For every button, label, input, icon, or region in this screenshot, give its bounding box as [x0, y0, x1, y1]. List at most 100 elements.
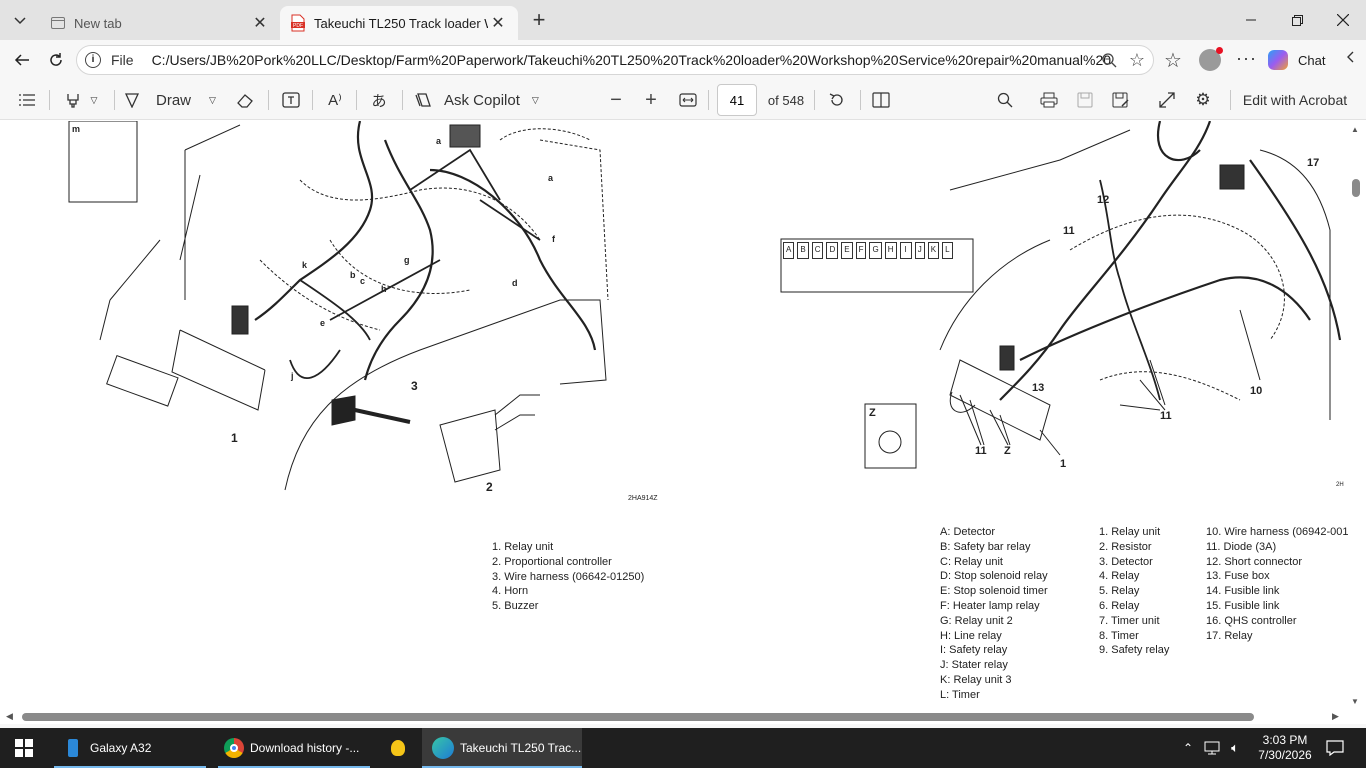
- taskbar-item-edge[interactable]: Takeuchi TL250 Trac...: [422, 728, 582, 768]
- pdf-settings-button[interactable]: ⚙: [1192, 80, 1214, 120]
- read-aloud-icon: A⁾: [328, 92, 342, 109]
- figure-code: 2H: [1336, 482, 1344, 488]
- connector-label: G: [869, 242, 882, 259]
- parts-list-letters: A: Detector B: Safety bar relay C: Relay…: [940, 525, 1048, 703]
- settings-more-button[interactable]: ···: [1236, 48, 1257, 69]
- connector-label: D: [826, 242, 839, 259]
- fullscreen-button[interactable]: [1156, 80, 1178, 120]
- profile-avatar[interactable]: [1199, 47, 1223, 71]
- list-item: G: Relay unit 2: [940, 614, 1013, 627]
- gear-icon: ⚙: [1195, 90, 1211, 109]
- zoom-icon[interactable]: [1101, 52, 1117, 71]
- page-number-input[interactable]: [717, 84, 757, 116]
- draw-button[interactable]: Draw ▽: [124, 80, 216, 120]
- restore-button[interactable]: [1274, 0, 1320, 40]
- save-as-icon: [1112, 92, 1129, 108]
- callout-label: 1: [1060, 458, 1067, 470]
- translate-icon: あ: [371, 92, 387, 110]
- scroll-thumb[interactable]: [22, 713, 1254, 721]
- url-text: C:/Users/JB%20Pork%20LLC/Desktop/Farm%20…: [151, 52, 1112, 68]
- tab-new-tab[interactable]: New tab ✕: [40, 6, 280, 40]
- taskbar-item-chrome[interactable]: Download history -...: [218, 728, 370, 768]
- list-item: E: Stop solenoid timer: [940, 585, 1048, 598]
- favorite-star-icon[interactable]: ☆: [1129, 50, 1145, 71]
- minimize-button[interactable]: [1228, 0, 1274, 40]
- save-as-button[interactable]: [1110, 80, 1132, 120]
- divider: [49, 90, 50, 110]
- taskbar-item-phone-link[interactable]: Galaxy A32: [54, 728, 206, 768]
- info-icon[interactable]: i: [85, 52, 101, 68]
- scroll-right-arrow[interactable]: ▶: [1332, 711, 1339, 722]
- zoom-out-button[interactable]: −: [604, 80, 628, 120]
- taskbar-item-tips[interactable]: [380, 728, 416, 768]
- refresh-button[interactable]: [42, 46, 70, 74]
- scroll-thumb[interactable]: [1352, 179, 1360, 197]
- zoom-in-button[interactable]: +: [639, 80, 663, 120]
- tray-overflow-chevron[interactable]: ⌃: [1180, 728, 1196, 768]
- refresh-icon: [50, 53, 62, 66]
- pdf-page: m 1 2 3 a a b c d e f g h j k A B C D E …: [0, 121, 1366, 710]
- list-item: 12. Short connector: [1206, 555, 1303, 568]
- list-item: D: Stop solenoid relay: [940, 570, 1048, 583]
- callout-label: Z: [869, 407, 876, 419]
- translate-button[interactable]: あ: [366, 80, 392, 120]
- scroll-left-arrow[interactable]: ◀: [6, 711, 13, 722]
- horizontal-scrollbar[interactable]: ◀ ▶: [0, 710, 1366, 724]
- page-view-button[interactable]: [870, 80, 892, 120]
- copilot-label: Ask Copilot: [444, 91, 520, 109]
- sidebar-toggle[interactable]: [1344, 50, 1356, 64]
- copilot-chat-button[interactable]: Chat: [1268, 45, 1338, 75]
- print-button[interactable]: [1038, 80, 1060, 120]
- printer-icon: [1040, 92, 1058, 108]
- scroll-up-arrow[interactable]: ▲: [1351, 125, 1359, 134]
- text-button[interactable]: [278, 80, 304, 120]
- network-icon[interactable]: [1202, 728, 1222, 768]
- highlight-button[interactable]: ▽: [56, 80, 106, 120]
- start-button[interactable]: [0, 728, 48, 768]
- callout-label: Z: [1004, 445, 1011, 457]
- divider: [356, 90, 357, 110]
- list-item: 7. Timer unit: [1099, 614, 1160, 627]
- list-item: L: Timer: [940, 688, 980, 701]
- rotate-button[interactable]: [826, 80, 848, 120]
- erase-button[interactable]: [232, 80, 258, 120]
- notification-center-button[interactable]: [1320, 728, 1350, 768]
- volume-icon[interactable]: 🔈︎: [1226, 728, 1244, 768]
- notification-icon: [1326, 740, 1344, 756]
- wire-letter: c: [360, 276, 366, 286]
- scroll-down-arrow[interactable]: ▼: [1351, 697, 1359, 706]
- fit-width-button[interactable]: [676, 80, 700, 120]
- chevron-down-icon: ▽: [209, 94, 216, 105]
- contents-button[interactable]: [14, 80, 40, 120]
- edit-with-acrobat-button[interactable]: Edit with Acrobat: [1234, 80, 1356, 120]
- close-tab-icon[interactable]: ✕: [488, 13, 508, 33]
- read-aloud-button[interactable]: A⁾: [322, 80, 348, 120]
- vertical-scrollbar[interactable]: ▲ ▼: [1349, 121, 1363, 710]
- close-tab-icon[interactable]: ✕: [250, 13, 270, 33]
- find-button[interactable]: [994, 80, 1016, 120]
- clock-time: 3:03 PM: [1262, 733, 1308, 747]
- wire-letter: d: [512, 278, 518, 288]
- callout-label: 12: [1097, 194, 1110, 206]
- svg-text:PDF: PDF: [293, 23, 303, 29]
- ask-copilot-button[interactable]: Ask Copilot ▽: [414, 80, 540, 120]
- callout-label: 11: [1160, 410, 1172, 422]
- list-item: 2. Resistor: [1099, 540, 1152, 553]
- list-item: B: Safety bar relay: [940, 540, 1031, 553]
- tab-pdf[interactable]: PDF Takeuchi TL250 Track loader Works ✕: [280, 6, 518, 40]
- parts-list-center: 1. Relay unit 2. Proportional controller…: [492, 540, 644, 614]
- new-tab-button[interactable]: +: [526, 8, 552, 34]
- close-window-button[interactable]: [1320, 0, 1366, 40]
- taskbar-label: Download history -...: [250, 741, 360, 755]
- tab-list-button[interactable]: [6, 6, 34, 34]
- clock[interactable]: 3:03 PM 7/30/2026: [1252, 728, 1318, 768]
- save-button[interactable]: [1074, 80, 1096, 120]
- divider: [268, 90, 269, 110]
- url-field[interactable]: i File C:/Users/JB%20Pork%20LLC/Desktop/…: [76, 45, 1154, 75]
- fit-width-icon: [679, 93, 697, 107]
- list-item: 14. Fusible link: [1206, 585, 1280, 598]
- list-item: 9. Safety relay: [1099, 644, 1170, 657]
- back-button[interactable]: [8, 46, 36, 74]
- list-item: 17. Relay: [1206, 629, 1253, 642]
- favorites-button[interactable]: ☆: [1164, 48, 1182, 73]
